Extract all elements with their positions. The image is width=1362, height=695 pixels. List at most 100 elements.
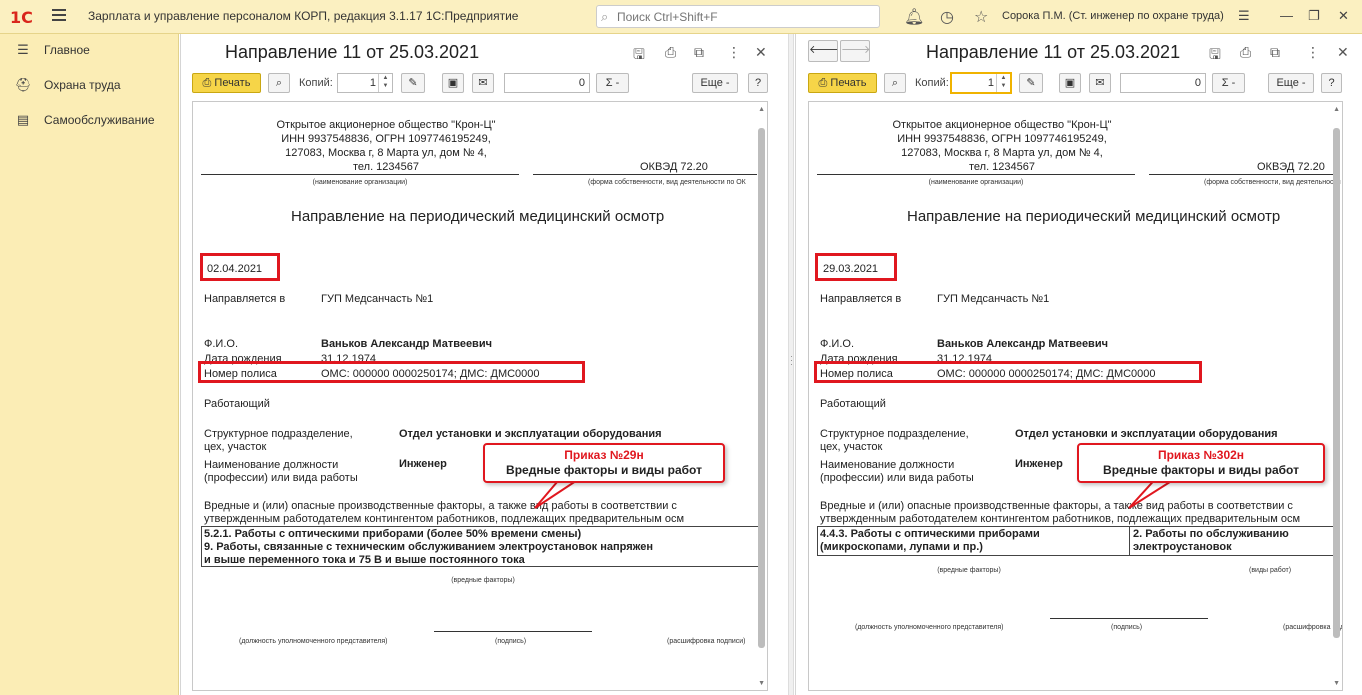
sidebar-item-main[interactable]: ☰ Главное: [0, 39, 179, 63]
magnifier-icon: ⌕: [891, 77, 899, 89]
save-button[interactable]: ▣: [442, 73, 464, 93]
restore-icon[interactable]: ❐: [1308, 8, 1320, 24]
help-button[interactable]: ?: [1321, 73, 1342, 93]
factors-line-1: 5.2.1. Работы с оптическими приборами (б…: [204, 528, 582, 540]
panel-splitter[interactable]: · · ·: [788, 34, 794, 695]
sum-field[interactable]: 0: [504, 73, 590, 93]
save-icon[interactable]: 🖫: [633, 44, 645, 68]
sent-to-label: Направляется в: [204, 293, 286, 305]
sig-caption-name: (расшифровка подписи): [667, 638, 746, 645]
print-icon[interactable]: ⎙: [665, 44, 676, 61]
org-line-4: тел. 1234567: [352, 161, 420, 173]
document-view[interactable]: Открытое акционерное общество "Крон-Ц" И…: [192, 101, 768, 691]
sum-field[interactable]: 0: [1120, 73, 1206, 93]
sig-caption-signature: (подпись): [495, 638, 527, 645]
more-button[interactable]: Еще -: [692, 73, 738, 93]
email-button[interactable]: ✉: [1089, 73, 1111, 93]
preview-icon[interactable]: ⧉: [694, 44, 704, 61]
org-line-2: ИНН 9937548836, ОГРН 1097746195249,: [281, 133, 491, 145]
copies-spinner[interactable]: ▲ ▼: [996, 74, 1010, 92]
edit-button[interactable]: ✎: [401, 73, 425, 93]
settings-menu-icon[interactable]: ☰: [1238, 8, 1250, 24]
close-panel-icon[interactable]: ✕: [1337, 44, 1349, 61]
grip-icon: · · ·: [790, 351, 793, 369]
form-caption: (форма собственности, вид деятельности п…: [1204, 179, 1342, 186]
pos-value: Инженер: [399, 458, 447, 470]
harm-text-1: Вредные и (или) опасные производственные…: [820, 500, 1293, 512]
help-button[interactable]: ?: [748, 73, 768, 93]
current-user[interactable]: Сорока П.М. (Ст. инженер по охране труда…: [1002, 10, 1224, 22]
more-vertical-icon[interactable]: ⋮: [1306, 44, 1320, 61]
star-icon[interactable]: ☆: [974, 7, 988, 27]
preview-icon[interactable]: ⧉: [1270, 44, 1280, 61]
sig-caption-position: (должность уполномоченного представителя…: [855, 624, 1004, 631]
edit-icon: ✎: [1026, 77, 1036, 89]
preview-button[interactable]: ⌕: [268, 73, 290, 93]
sum-button[interactable]: Σ -: [1212, 73, 1245, 93]
save-icon[interactable]: 🖫: [1209, 44, 1221, 68]
sum-button[interactable]: Σ -: [596, 73, 629, 93]
search-box[interactable]: ⌕: [596, 5, 880, 28]
main-menu-icon[interactable]: [52, 9, 66, 21]
search-input[interactable]: [617, 8, 872, 25]
close-panel-icon[interactable]: ✕: [755, 44, 767, 61]
scroll-up-icon[interactable]: ▲: [758, 106, 765, 113]
harm-text-2: утвержденным работодателем контингентом …: [820, 513, 1301, 525]
more-button[interactable]: Еще -: [1268, 73, 1314, 93]
copies-input[interactable]: 1 ▲ ▼: [950, 72, 1012, 94]
close-icon[interactable]: ✕: [1338, 8, 1349, 24]
sig-caption-signature: (подпись): [1111, 624, 1143, 631]
sig-caption-position: (должность уполномоченного представителя…: [239, 638, 388, 645]
edit-button[interactable]: ✎: [1019, 73, 1043, 93]
callout-order-302n: Приказ №302н Вредные факторы и виды рабо…: [1077, 443, 1325, 483]
arrow-left-icon: 🡐: [809, 44, 839, 56]
search-icon: ⌕: [601, 9, 609, 24]
works-caption: (виды работ): [1249, 567, 1292, 574]
save-button[interactable]: ▣: [1059, 73, 1081, 93]
vertical-scrollbar[interactable]: [758, 128, 765, 648]
dept-label-1: Структурное подразделение,: [820, 428, 969, 440]
floppy-icon: ▣: [447, 77, 459, 89]
callout-order-29n: Приказ №29н Вредные факторы и виды работ: [483, 443, 725, 483]
print-button[interactable]: ⎙ Печать: [808, 73, 877, 93]
document-view[interactable]: Открытое акционерное общество "Крон-Ц" И…: [808, 101, 1343, 691]
org-line-4: тел. 1234567: [968, 161, 1036, 173]
print-button[interactable]: ⎙ Печать: [192, 73, 261, 93]
sent-to-value: ГУП Медсанчасть №1: [937, 293, 1050, 305]
back-button[interactable]: 🡐: [808, 40, 839, 62]
email-button[interactable]: ✉: [472, 73, 494, 93]
signature-underline: [434, 631, 592, 632]
callout-text: Вредные факторы и виды работ: [1103, 463, 1299, 477]
copies-spinner[interactable]: ▲ ▼: [378, 74, 392, 92]
callout-order: Приказ №302н: [1157, 448, 1245, 462]
scroll-down-icon[interactable]: ▼: [1333, 680, 1340, 687]
print-icon[interactable]: ⎙: [1240, 44, 1251, 61]
app-logo[interactable]: 1С: [10, 8, 33, 27]
dept-label-2: цех, участок: [204, 441, 267, 453]
minimize-icon[interactable]: —: [1280, 8, 1293, 23]
scroll-up-icon[interactable]: ▲: [1333, 106, 1340, 113]
forward-button[interactable]: 🡒: [840, 40, 871, 62]
more-vertical-icon[interactable]: ⋮: [727, 44, 741, 61]
form-underline: [1149, 174, 1334, 175]
sidebar-item-label: Самообслуживание: [44, 113, 155, 127]
org-line-3: 127083, Москва г, 8 Марта ул, дом № 4,: [285, 147, 487, 159]
pos-label-1: Наименование должности: [204, 459, 339, 471]
sidebar-item-labor-safety[interactable]: ⛑ Охрана труда: [0, 74, 179, 98]
pos-label-1: Наименование должности: [820, 459, 955, 471]
printer-icon: ⎙: [202, 77, 215, 89]
history-icon[interactable]: ◷: [940, 7, 954, 27]
vertical-scrollbar[interactable]: [1333, 128, 1340, 638]
floppy-icon: ▣: [1064, 77, 1076, 89]
sidebar-item-self-service[interactable]: ▤ Самообслуживание: [0, 109, 179, 133]
bell-icon[interactable]: 🔔︎: [904, 7, 924, 27]
preview-button[interactable]: ⌕: [884, 73, 906, 93]
factors-right-1: 2. Работы по обслуживанию: [1133, 528, 1289, 540]
okved: ОКВЭД 72.20: [1257, 161, 1325, 173]
date-highlight: [815, 253, 897, 281]
scroll-down-icon[interactable]: ▼: [758, 680, 765, 687]
signature-underline: [1050, 618, 1208, 619]
envelope-icon: ✉: [478, 77, 488, 89]
policy-highlight: [198, 361, 585, 383]
copies-input[interactable]: 1 ▲ ▼: [337, 73, 393, 93]
